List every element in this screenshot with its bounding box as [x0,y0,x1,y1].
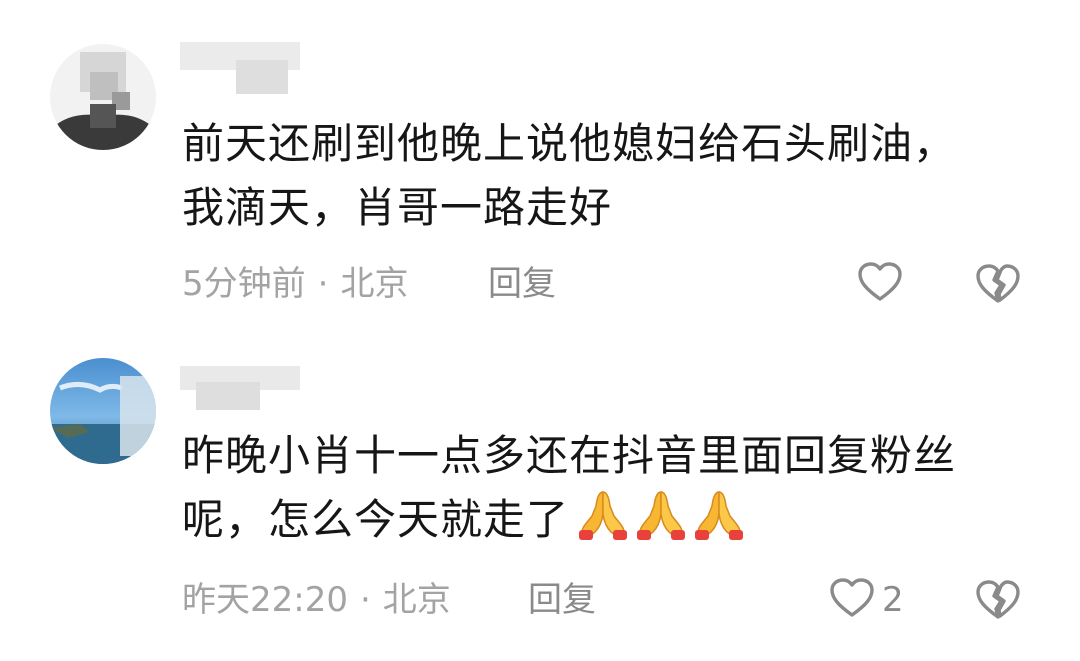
heart-icon [828,574,876,626]
comment-text: 昨晚小肖十一点多还在抖音里面回复粉丝 呢，怎么今天就走了 [182,424,1012,552]
like-button[interactable]: 2 [828,576,904,624]
comment-text-line: 昨晚小肖十一点多还在抖音里面回复粉丝 [182,431,957,480]
username-blur [196,382,260,410]
comment-time: 5分钟前 [182,264,306,304]
meta-separator: · [317,264,329,304]
username-blur [236,60,288,94]
dislike-button[interactable] [974,576,1022,624]
comment-text-line: 我滴天，肖哥一路走好 [182,183,613,232]
folded-hands-icon [691,488,747,540]
meta-separator: · [359,580,371,620]
comment-time: 昨天22:20 [182,580,348,620]
comment-meta: 5分钟前 · 北京 [182,262,408,306]
reply-button[interactable]: 回复 [528,578,596,622]
comment-text-line: 呢，怎么今天就走了 [182,488,1012,552]
comment-meta: 昨天22:20 · 北京 [182,578,451,622]
broken-heart-icon [974,580,1022,628]
comment-item: 前天还刷到他晚上说他媳妇给石头刷油， 我滴天，肖哥一路走好 5分钟前 · 北京 回复 [0,0,1080,330]
like-button[interactable] [856,260,910,308]
like-count: 2 [882,580,904,620]
heart-icon [856,258,904,310]
comment-location: 北京 [382,580,451,620]
comment-item: 昨晚小肖十一点多还在抖音里面回复粉丝 呢，怎么今天就走了 昨天22:20 · 北… [0,330,1080,661]
comment-text-line: 前天还刷到他晚上说他媳妇给石头刷油， [182,119,957,168]
avatar[interactable] [50,44,156,150]
comment-text: 前天还刷到他晚上说他媳妇给石头刷油， 我滴天，肖哥一路走好 [182,112,1012,240]
broken-heart-icon [974,264,1022,312]
reply-button[interactable]: 回复 [488,262,556,306]
comment-text-line-content: 呢，怎么今天就走了 [182,495,570,544]
comment-location: 北京 [340,264,409,304]
folded-hands-icon [575,488,631,540]
folded-hands-icon [633,488,689,540]
dislike-button[interactable] [974,260,1022,308]
avatar[interactable] [50,358,156,464]
